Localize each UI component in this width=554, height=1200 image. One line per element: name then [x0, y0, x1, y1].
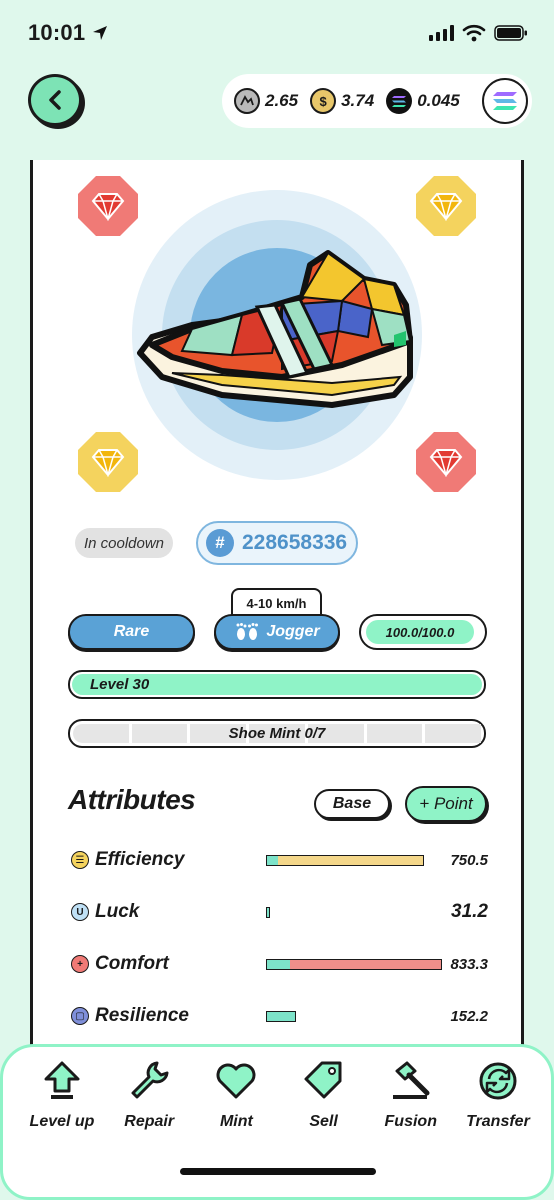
add-point-button[interactable]: + Point	[405, 786, 487, 822]
level-label: Level 30	[72, 674, 482, 695]
header: 2.65 $ 3.74 0.045	[0, 66, 554, 136]
attribute-value: 750.5	[450, 852, 488, 869]
gmt-balance: $ 3.74	[310, 88, 374, 114]
red-gem-icon	[429, 449, 463, 477]
action-label: Fusion	[384, 1113, 437, 1130]
footprints-icon	[236, 623, 259, 640]
bottom-action-panel: Level up Repair Mint Sell Fusion Transfe…	[0, 1044, 554, 1200]
sneaker-type-label: Jogger	[266, 623, 320, 640]
sol-token-icon	[386, 88, 413, 114]
gmt-token-icon: $	[310, 88, 337, 114]
wifi-icon	[462, 24, 486, 42]
gst-token-icon	[234, 88, 260, 114]
attribute-value: 833.3	[450, 956, 488, 973]
solana-wallet-button[interactable]	[482, 78, 528, 124]
attribute-name: Luck	[95, 901, 140, 922]
attribute-value: 152.2	[450, 1008, 488, 1025]
resilience-icon: ▢	[71, 1007, 89, 1025]
hammer-icon	[392, 1061, 430, 1099]
luck-icon: U	[71, 903, 89, 921]
gem-socket-top-left[interactable]	[78, 176, 138, 236]
yellow-gem-icon	[429, 193, 463, 221]
back-button[interactable]	[28, 74, 82, 126]
battery-icon	[494, 25, 527, 41]
attribute-bar-base	[267, 960, 290, 969]
attributes-heading: Attributes	[68, 784, 196, 815]
quality-label: Rare	[113, 623, 150, 640]
attribute-row-luck: U Luck 31.2	[68, 897, 488, 927]
sneaker-id-badge[interactable]: # 228658336	[196, 521, 358, 565]
chevron-left-icon	[49, 90, 61, 110]
sol-balance: 0.045	[386, 88, 460, 114]
attribute-bar	[266, 959, 442, 970]
durability-value: 100.0/100.0	[366, 620, 474, 644]
home-indicator	[180, 1168, 376, 1175]
location-arrow-icon	[93, 26, 108, 40]
red-gem-icon	[91, 193, 125, 221]
durability-meter: 100.0/100.0	[359, 614, 487, 650]
gem-socket-bottom-right[interactable]	[416, 432, 476, 492]
attribute-name: Resilience	[95, 1005, 189, 1026]
gst-balance-value: 2.65	[265, 91, 299, 110]
mint-button[interactable]: Mint	[197, 1059, 275, 1149]
level-bar: Level 30	[68, 670, 486, 699]
attribute-bar	[266, 1011, 296, 1022]
sneaker-type-badge[interactable]: Jogger	[214, 614, 340, 650]
hash-icon: #	[206, 529, 234, 557]
speed-range-label: 4-10 km/h	[231, 588, 322, 616]
attribute-bar-bonus	[277, 856, 423, 865]
attribute-bar	[266, 907, 270, 918]
sol-balance-value: 0.045	[417, 91, 460, 110]
attribute-bar-bonus	[289, 960, 441, 969]
attribute-value: 31.2	[451, 901, 488, 922]
fusion-button[interactable]: Fusion	[372, 1059, 450, 1149]
shoe-mint-label: Shoe Mint 0/7	[228, 725, 326, 742]
action-label: Level up	[29, 1113, 95, 1130]
base-toggle-button[interactable]: Base	[314, 789, 390, 819]
attribute-row-efficiency: ☰ Efficiency 750.5	[68, 845, 488, 875]
action-label: Sell	[309, 1113, 338, 1130]
shoe-mint-progress: Shoe Mint 0/7	[68, 719, 486, 748]
attribute-bar-base	[267, 856, 278, 865]
action-label: Transfer	[466, 1113, 530, 1130]
attribute-row-resilience: ▢ Resilience 152.2	[68, 1001, 488, 1031]
wrench-icon	[131, 1061, 169, 1099]
level-up-button[interactable]: Level up	[23, 1059, 101, 1149]
gst-balance: 2.65	[234, 88, 298, 114]
cooldown-status-badge: In cooldown	[75, 528, 173, 558]
action-bar: Level up Repair Mint Sell Fusion Transfe…	[23, 1059, 537, 1149]
sneaker-id: 228658336	[242, 531, 348, 554]
sneaker-image	[137, 250, 413, 408]
efficiency-icon: ☰	[71, 851, 89, 869]
attribute-name: Comfort	[95, 953, 169, 974]
yellow-gem-icon	[91, 449, 125, 477]
solana-logo-icon	[493, 92, 517, 110]
quality-badge[interactable]: Rare	[68, 614, 195, 650]
gmt-balance-value: 3.74	[341, 91, 375, 110]
cellular-signal-icon	[429, 25, 454, 41]
level-up-icon	[44, 1061, 80, 1099]
transfer-button[interactable]: Transfer	[459, 1059, 537, 1149]
wallet-balances[interactable]: 2.65 $ 3.74 0.045	[222, 74, 532, 128]
attribute-name: Efficiency	[95, 849, 185, 870]
comfort-icon: +	[71, 955, 89, 973]
action-label: Mint	[219, 1113, 253, 1130]
tag-icon	[304, 1061, 342, 1099]
heart-icon	[216, 1063, 256, 1099]
status-time: 10:01	[28, 20, 86, 45]
transfer-icon	[479, 1062, 517, 1100]
sell-button[interactable]: Sell	[285, 1059, 363, 1149]
repair-button[interactable]: Repair	[110, 1059, 188, 1149]
action-label: Repair	[124, 1113, 175, 1130]
attribute-bar	[266, 855, 424, 866]
attribute-row-comfort: + Comfort 833.3	[68, 949, 488, 979]
attribute-bar-base	[267, 1012, 295, 1021]
gem-socket-bottom-left[interactable]	[78, 432, 138, 492]
gem-socket-top-right[interactable]	[416, 176, 476, 236]
attribute-bar-base	[267, 908, 269, 917]
status-bar: 10:01	[0, 0, 554, 66]
